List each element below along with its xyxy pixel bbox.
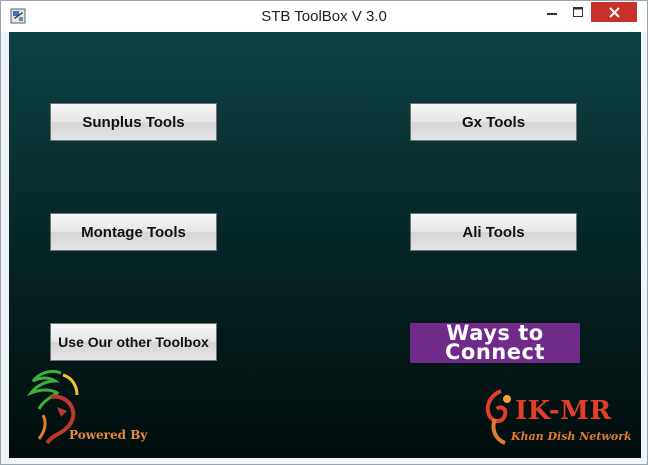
ali-tools-button[interactable]: Ali Tools (410, 213, 577, 251)
close-button[interactable] (591, 2, 637, 22)
ikmr-brand: IK-MR (515, 396, 612, 426)
sunplus-tools-button[interactable]: Sunplus Tools (50, 103, 217, 141)
maximize-button[interactable] (564, 2, 592, 22)
close-icon (608, 6, 620, 18)
gx-tools-button[interactable]: Gx Tools (410, 103, 577, 141)
maximize-icon (573, 7, 583, 17)
montage-tools-button[interactable]: Montage Tools (50, 213, 217, 251)
other-toolbox-button[interactable]: Use Our other Toolbox (50, 323, 217, 361)
app-window: STB ToolBox V 3.0 Sunplus Tools Gx Tools… (0, 0, 648, 465)
ways-to-connect-banner[interactable]: Ways to Connect (410, 323, 580, 363)
minimize-button[interactable] (538, 2, 566, 22)
title-bar[interactable]: STB ToolBox V 3.0 (1, 1, 647, 32)
khan-dish-network-label: Khan Dish Network (511, 430, 632, 443)
client-area: Sunplus Tools Gx Tools Montage Tools Ali… (9, 32, 641, 458)
minimize-icon (547, 13, 557, 15)
powered-by-label: Powered By (69, 428, 148, 442)
banner-line-2: Connect (445, 340, 545, 364)
